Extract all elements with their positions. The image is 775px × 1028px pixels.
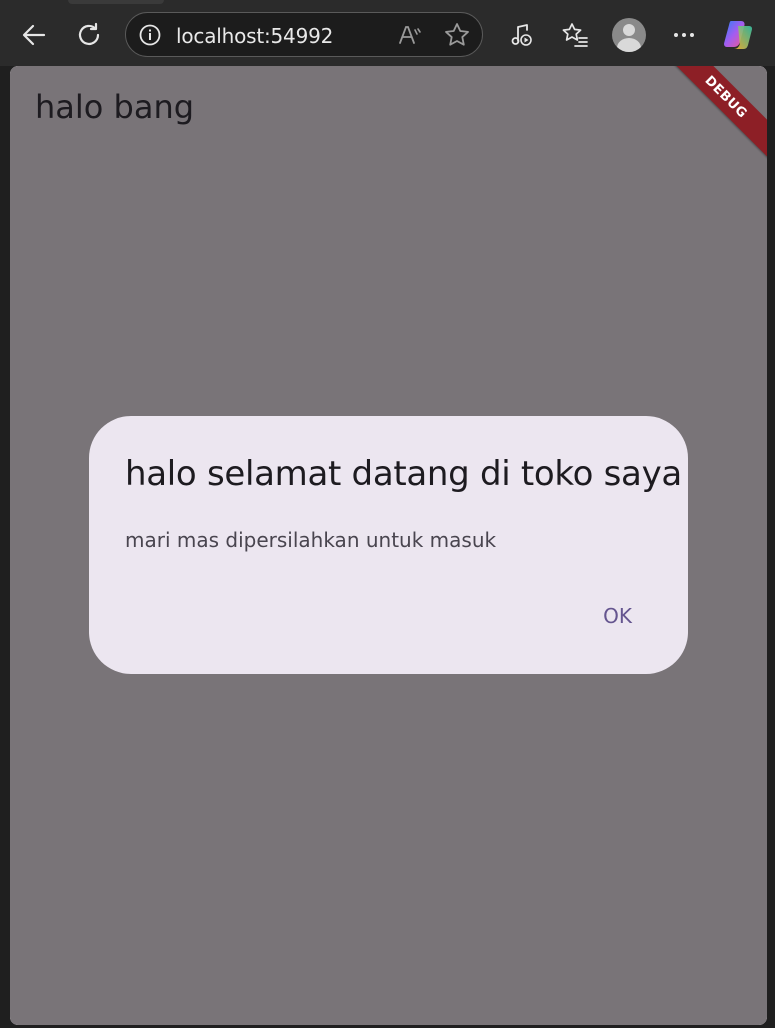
- editor-background-left: [0, 66, 10, 1028]
- star-icon[interactable]: [439, 17, 475, 53]
- editor-background-right: [767, 66, 775, 1028]
- read-aloud-icon[interactable]: [392, 17, 428, 53]
- copilot-icon[interactable]: [722, 18, 756, 52]
- avatar-icon[interactable]: [612, 18, 646, 52]
- favorites-list-icon[interactable]: [557, 17, 593, 53]
- arrow-left-icon[interactable]: [16, 17, 52, 53]
- app-bar-title: halo bang: [35, 88, 195, 126]
- address-bar[interactable]: localhost:54992: [125, 12, 483, 57]
- more-dots-icon[interactable]: [666, 17, 702, 53]
- flutter-app-viewport: halo bang DEBUG halo selamat datang di t…: [10, 66, 767, 1025]
- alert-dialog: halo selamat datang di toko saya mari ma…: [89, 416, 688, 674]
- url-text[interactable]: localhost:54992: [176, 24, 333, 48]
- dialog-title: halo selamat datang di toko saya: [125, 454, 682, 494]
- ok-button[interactable]: OK: [595, 600, 640, 632]
- media-control-icon[interactable]: [503, 17, 539, 53]
- active-tab-indicator: [68, 0, 164, 4]
- browser-toolbar: localhost:54992: [0, 0, 775, 66]
- info-icon[interactable]: [132, 17, 168, 53]
- refresh-icon[interactable]: [71, 17, 107, 53]
- dialog-content: mari mas dipersilahkan untuk masuk: [125, 528, 497, 552]
